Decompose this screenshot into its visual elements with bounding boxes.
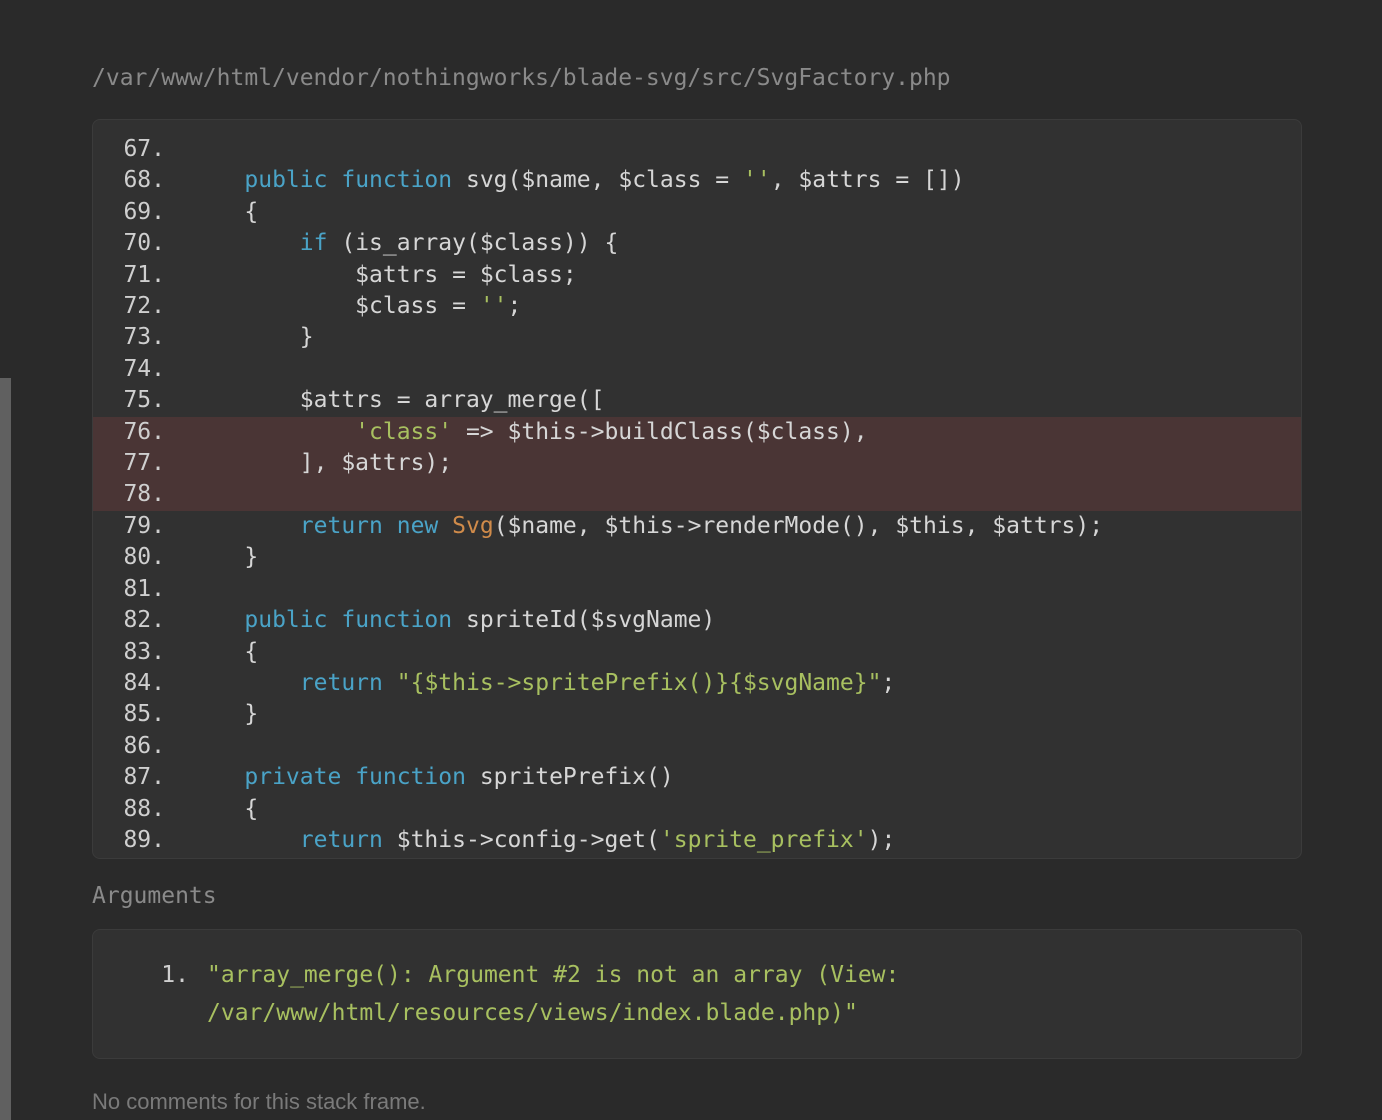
line-number: 76. <box>93 417 189 448</box>
code-line: 74. <box>93 354 1301 385</box>
line-number: 79. <box>93 511 189 542</box>
code-line: 88. { <box>93 794 1301 825</box>
code-content: $attrs = $class; <box>189 260 577 291</box>
code-line: 82. public function spriteId($svgName) <box>93 605 1301 636</box>
line-number: 78. <box>93 479 189 510</box>
code-content: private function spritePrefix() <box>189 762 674 793</box>
code-content: 'class' => $this->buildClass($class), <box>189 417 868 448</box>
arguments-label: Arguments <box>92 883 1302 909</box>
code-line: 78. <box>93 479 1301 510</box>
error-panel: /var/www/html/vendor/nothingworks/blade-… <box>12 0 1382 1115</box>
code-line: 70. if (is_array($class)) { <box>93 228 1301 259</box>
code-content: return new Svg($name, $this->renderMode(… <box>189 511 1103 542</box>
no-comments-text: No comments for this stack frame. <box>92 1089 1302 1115</box>
line-number: 82. <box>93 605 189 636</box>
argument-value: "array_merge(): Argument #2 is not an ar… <box>207 956 1275 1032</box>
code-content: $attrs = array_merge([ <box>189 385 604 416</box>
code-line: 71. $attrs = $class; <box>93 260 1301 291</box>
code-line: 86. <box>93 731 1301 762</box>
code-line: 76. 'class' => $this->buildClass($class)… <box>93 417 1301 448</box>
code-content: if (is_array($class)) { <box>189 228 618 259</box>
code-content: ], $attrs); <box>189 448 452 479</box>
code-line: 81. <box>93 574 1301 605</box>
code-content: { <box>189 794 258 825</box>
line-number: 81. <box>93 574 189 605</box>
left-gutter <box>0 378 11 1120</box>
file-path: /var/www/html/vendor/nothingworks/blade-… <box>92 65 1302 91</box>
code-line: 69. { <box>93 197 1301 228</box>
line-number: 67. <box>93 134 189 165</box>
code-line: 73. } <box>93 322 1301 353</box>
code-box[interactable]: 67.68. public function svg($name, $class… <box>92 119 1302 859</box>
code-line: 84. return "{$this->spritePrefix()}{$svg… <box>93 668 1301 699</box>
code-line: 79. return new Svg($name, $this->renderM… <box>93 511 1301 542</box>
code-content: return $this->config->get('sprite_prefix… <box>189 825 895 856</box>
code-line: 77. ], $attrs); <box>93 448 1301 479</box>
line-number: 75. <box>93 385 189 416</box>
line-number: 89. <box>93 825 189 856</box>
code-content: public function spriteId($svgName) <box>189 605 715 636</box>
arguments-box: 1."array_merge(): Argument #2 is not an … <box>92 929 1302 1059</box>
code-area: 67.68. public function svg($name, $class… <box>93 120 1301 856</box>
code-content: { <box>189 197 258 228</box>
line-number: 71. <box>93 260 189 291</box>
line-number: 73. <box>93 322 189 353</box>
code-content: public function svg($name, $class = '', … <box>189 165 965 196</box>
code-line: 85. } <box>93 699 1301 730</box>
code-line: 75. $attrs = array_merge([ <box>93 385 1301 416</box>
code-line: 89. return $this->config->get('sprite_pr… <box>93 825 1301 856</box>
line-number: 84. <box>93 668 189 699</box>
argument-index: 1. <box>119 956 207 1032</box>
code-line: 87. private function spritePrefix() <box>93 762 1301 793</box>
line-number: 70. <box>93 228 189 259</box>
code-line: 80. } <box>93 542 1301 573</box>
line-number: 86. <box>93 731 189 762</box>
line-number: 88. <box>93 794 189 825</box>
line-number: 69. <box>93 197 189 228</box>
line-number: 83. <box>93 637 189 668</box>
line-number: 68. <box>93 165 189 196</box>
code-content: return "{$this->spritePrefix()}{$svgName… <box>189 668 895 699</box>
code-content: $class = ''; <box>189 291 521 322</box>
code-content: } <box>189 322 314 353</box>
code-content: } <box>189 542 258 573</box>
line-number: 74. <box>93 354 189 385</box>
line-number: 85. <box>93 699 189 730</box>
line-number: 77. <box>93 448 189 479</box>
code-line: 67. <box>93 134 1301 165</box>
code-line: 83. { <box>93 637 1301 668</box>
line-number: 87. <box>93 762 189 793</box>
line-number: 80. <box>93 542 189 573</box>
code-line: 72. $class = ''; <box>93 291 1301 322</box>
code-line: 68. public function svg($name, $class = … <box>93 165 1301 196</box>
code-content: { <box>189 637 258 668</box>
line-number: 72. <box>93 291 189 322</box>
argument-row: 1."array_merge(): Argument #2 is not an … <box>119 956 1275 1032</box>
code-content: } <box>189 699 258 730</box>
